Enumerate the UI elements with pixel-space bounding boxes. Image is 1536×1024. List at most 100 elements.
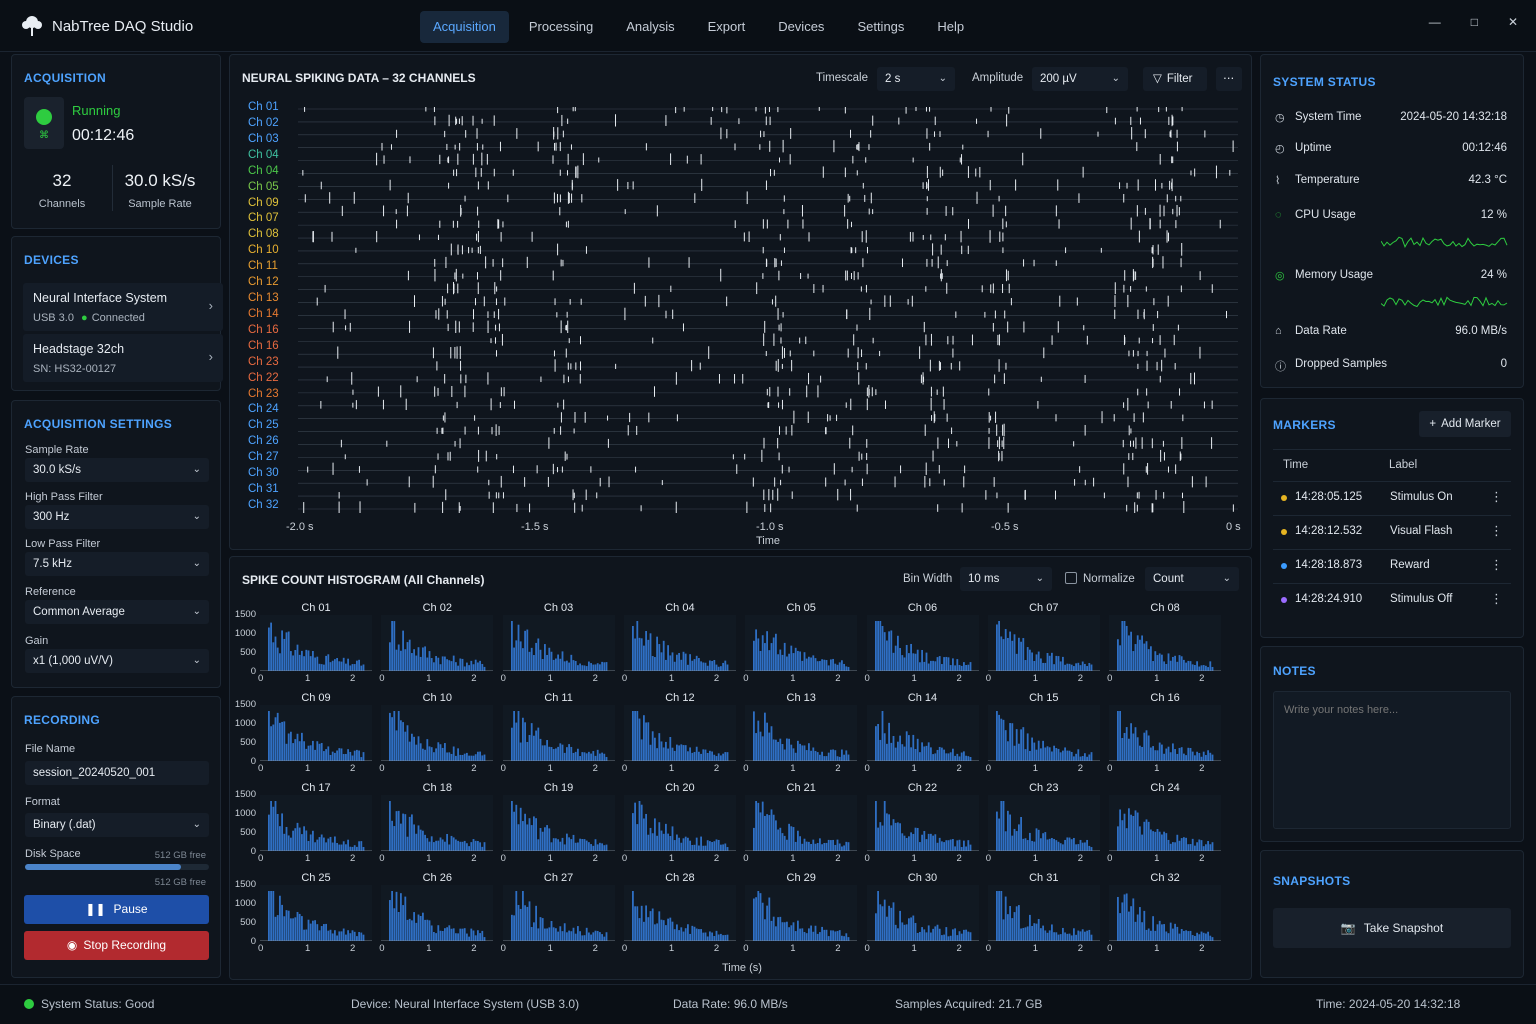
status-time: Time: 2024-05-20 14:32:18: [1316, 997, 1461, 1011]
marker-row[interactable]: 14:28:24.910 Stimulus Off ⋮: [1273, 583, 1511, 616]
more-vertical-icon[interactable]: ⋮: [1490, 523, 1503, 539]
histogram-bar: [803, 745, 806, 761]
histogram-bar: [583, 665, 585, 671]
tab-devices[interactable]: Devices: [765, 11, 837, 43]
histogram-bar: [1194, 755, 1196, 761]
marker-row[interactable]: 14:28:05.125 Stimulus On ⋮: [1273, 481, 1511, 514]
close-icon[interactable]: ✕: [1508, 15, 1518, 29]
histogram-bar: [292, 918, 294, 941]
histogram-bar: [340, 844, 343, 851]
marker-row[interactable]: 14:28:12.532 Visual Flash ⋮: [1273, 515, 1511, 548]
histogram-bar: [766, 722, 769, 761]
tab-processing[interactable]: Processing: [516, 11, 606, 43]
setting-select[interactable]: 7.5 kHz ⌄: [25, 552, 209, 576]
histogram-bar: [464, 840, 466, 851]
minimize-icon[interactable]: —: [1429, 15, 1441, 29]
histogram-bar: [825, 929, 828, 941]
more-vertical-icon[interactable]: ⋮: [1490, 489, 1503, 505]
histogram-x-tick: 0: [258, 853, 264, 864]
histogram-bar: [940, 841, 943, 851]
stop-recording-button[interactable]: ◉ Stop Recording: [24, 931, 209, 960]
histogram-bar: [894, 747, 897, 761]
histogram-bar: [340, 748, 343, 761]
normalize-checkbox[interactable]: [1065, 572, 1077, 584]
histogram-bar: [541, 745, 544, 761]
setting-select[interactable]: Common Average ⌄: [25, 600, 209, 624]
setting-select[interactable]: 30.0 kS/s ⌄: [25, 458, 209, 482]
file-name-input[interactable]: session_20240520_001: [25, 761, 209, 785]
histogram-bar: [274, 636, 277, 671]
histogram-bar: [768, 815, 771, 851]
marker-time: 14:28:12.532: [1295, 525, 1363, 537]
histogram-bar: [351, 664, 354, 671]
histogram-bar: [314, 749, 316, 761]
histogram-bar: [461, 754, 464, 761]
histogram-bar: [1202, 665, 1205, 671]
histogram-bar: [634, 802, 636, 851]
setting-value: 300 Hz: [33, 511, 70, 523]
take-snapshot-button[interactable]: 📷 Take Snapshot: [1273, 908, 1511, 948]
more-options-button[interactable]: ⋯: [1216, 67, 1242, 91]
timescale-select[interactable]: 2 s ⌄: [877, 67, 955, 91]
histogram-bar: [1123, 621, 1126, 671]
histogram-bar: [1125, 828, 1128, 851]
histogram-bar: [1169, 660, 1172, 671]
histogram-bar: [1048, 930, 1051, 941]
histogram-bar: [1090, 847, 1093, 851]
tab-acquisition[interactable]: Acquisition: [420, 11, 509, 43]
pause-button[interactable]: ❚❚ Pause: [24, 895, 209, 924]
histogram-bar: [574, 933, 577, 941]
histogram-bar: [889, 907, 892, 941]
tab-settings[interactable]: Settings: [844, 11, 917, 43]
histogram-plot: [987, 885, 1100, 941]
histogram-bar: [1002, 639, 1005, 671]
more-vertical-icon[interactable]: ⋮: [1490, 557, 1503, 573]
histogram-bar: [700, 836, 702, 851]
format-select[interactable]: Binary (.dat) ⌄: [25, 813, 209, 837]
histogram-bar: [1072, 666, 1075, 671]
histogram-bar: [876, 621, 879, 671]
histogram-bar: [602, 845, 605, 851]
histogram-bar: [1081, 929, 1084, 941]
histogram-bar: [726, 934, 729, 941]
histogram-mode-select[interactable]: Count ⌄: [1145, 567, 1239, 591]
histogram-bar: [903, 746, 905, 761]
histogram-bar: [1008, 814, 1011, 851]
devices-panel: DEVICES Neural Interface System USB 3.0 …: [11, 236, 223, 391]
amplitude-select[interactable]: 200 µV ⌄: [1032, 67, 1128, 91]
maximize-icon[interactable]: □: [1471, 15, 1478, 29]
histogram-bar: [667, 833, 669, 851]
histogram-bar: [1141, 746, 1144, 761]
histogram-bar: [420, 656, 422, 671]
histogram-bar: [393, 908, 396, 941]
device-card-headstage[interactable]: Headstage 32ch SN: HS32-00127 ›: [23, 334, 223, 382]
bin-width-select[interactable]: 10 ms ⌄: [960, 567, 1052, 591]
system-status-value: 24 %: [1480, 269, 1507, 281]
marker-row[interactable]: 14:28:18.873 Reward ⋮: [1273, 549, 1511, 582]
notes-textarea[interactable]: [1273, 691, 1511, 829]
histogram-bar: [468, 755, 471, 761]
setting-select[interactable]: 300 Hz ⌄: [25, 505, 209, 529]
histogram-bar: [1196, 661, 1199, 671]
clock-icon: ◷: [1275, 112, 1285, 124]
add-marker-button[interactable]: + Add Marker: [1419, 411, 1511, 437]
tab-analysis[interactable]: Analysis: [613, 11, 687, 43]
filter-button[interactable]: ▽ Filter: [1143, 67, 1207, 91]
device-card-neural-interface[interactable]: Neural Interface System USB 3.0 ● Connect…: [23, 283, 223, 331]
histogram-bar: [1136, 812, 1139, 851]
setting-select[interactable]: x1 (1,000 uV/V) ⌄: [25, 649, 209, 673]
histogram-bar: [1176, 753, 1179, 761]
histogram-bar: [922, 661, 925, 671]
settings-title: ACQUISITION SETTINGS: [24, 417, 173, 431]
histogram-x-tick: 2: [1077, 943, 1084, 954]
histogram-bar: [470, 755, 473, 761]
tab-export[interactable]: Export: [695, 11, 759, 43]
histogram-bar: [569, 654, 572, 671]
histogram-bar: [812, 931, 815, 941]
histogram-x-tick: 1: [305, 673, 311, 684]
histogram-bar: [843, 936, 846, 941]
histogram-bar: [585, 927, 588, 941]
more-vertical-icon[interactable]: ⋮: [1490, 591, 1503, 607]
tab-help[interactable]: Help: [924, 11, 977, 43]
histogram-bar: [470, 660, 473, 671]
